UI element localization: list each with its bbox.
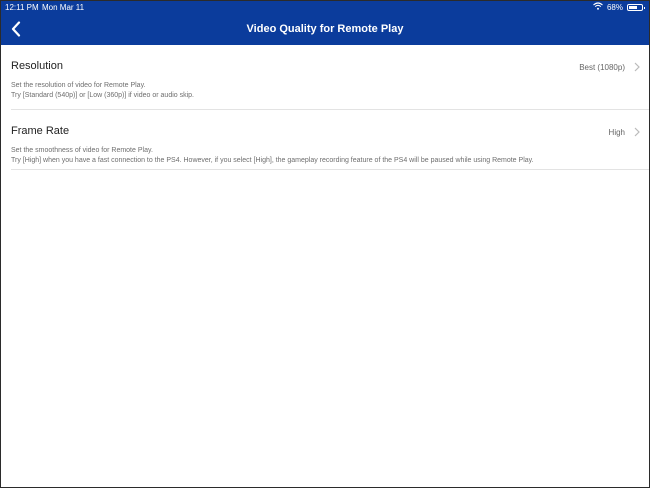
chevron-right-icon — [634, 62, 640, 72]
battery-level — [629, 6, 638, 9]
page-title: Video Quality for Remote Play — [246, 23, 404, 35]
battery-icon — [627, 4, 645, 11]
setting-row-resolution[interactable]: Resolution Best (1080p) Set the resoluti… — [11, 45, 649, 110]
header-bar: 12:11 PM Mon Mar 11 68% Video Quality fo… — [1, 1, 649, 45]
status-bar: 12:11 PM Mon Mar 11 68% — [1, 1, 649, 14]
battery-percent: 68% — [606, 3, 623, 12]
setting-value: High — [608, 128, 625, 137]
app-window: 12:11 PM Mon Mar 11 68% Video Quality fo… — [0, 0, 650, 488]
setting-label: Frame Rate — [11, 125, 70, 137]
wifi-icon — [593, 1, 603, 14]
setting-label: Resolution — [11, 60, 63, 72]
status-right: 68% — [593, 1, 645, 14]
chevron-right-icon — [634, 127, 640, 137]
setting-description: Set the resolution of video for Remote P… — [11, 81, 194, 101]
description-line: Set the smoothness of video for Remote P… — [11, 147, 153, 154]
description-line: Try [Standard (540p)] or [Low (360p)] if… — [11, 92, 194, 99]
setting-description: Set the smoothness of video for Remote P… — [11, 146, 534, 166]
setting-row-frame-rate[interactable]: Frame Rate High Set the smoothness of vi… — [11, 110, 649, 170]
setting-value: Best (1080p) — [579, 63, 625, 72]
status-time: 12:11 PM — [5, 3, 39, 12]
status-date: Mon Mar 11 — [42, 3, 85, 12]
nav-bar: Video Quality for Remote Play — [1, 14, 649, 45]
description-line: Try [High] when you have a fast connecti… — [11, 157, 534, 164]
description-line: Set the resolution of video for Remote P… — [11, 82, 146, 89]
